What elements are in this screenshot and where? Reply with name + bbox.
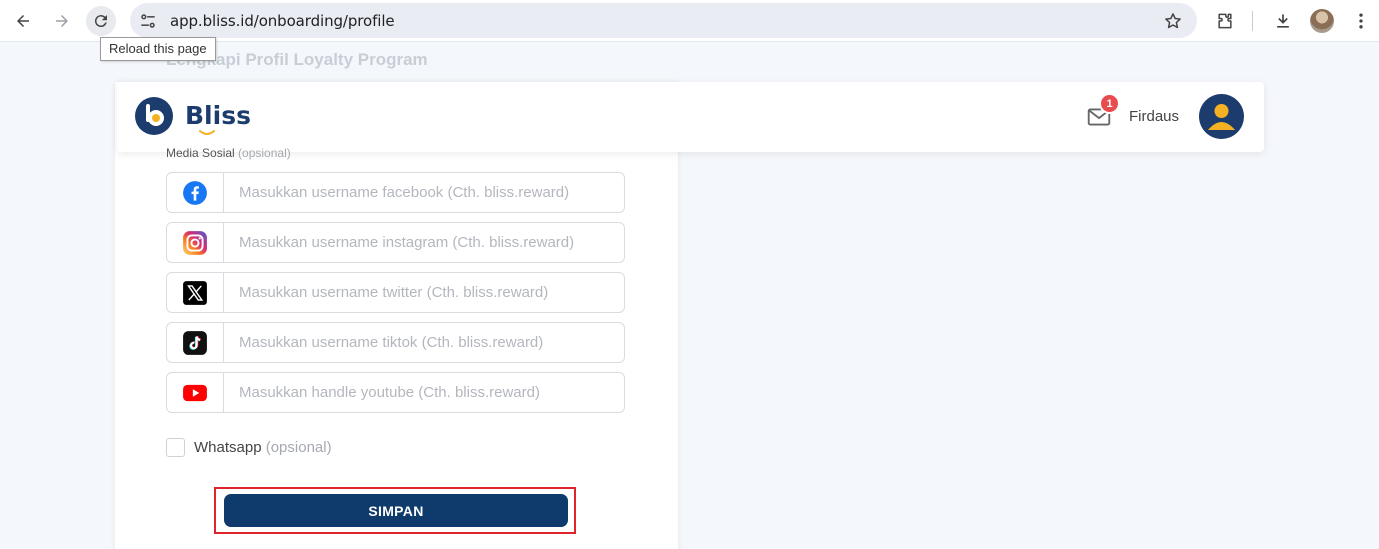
download-icon <box>1277 14 1289 28</box>
brand-name[interactable]: Bliss <box>185 101 251 130</box>
youtube-icon <box>183 384 207 401</box>
url-text[interactable]: app.bliss.id/onboarding/profile <box>170 12 395 30</box>
twitter-field-group <box>166 272 625 313</box>
bookmark-star-icon[interactable] <box>1163 11 1183 31</box>
instagram-icon-cell <box>167 223 224 262</box>
social-media-label: Media Sosial (opsional) <box>166 146 291 160</box>
youtube-icon-cell <box>167 373 224 412</box>
whatsapp-optional: (opsional) <box>265 439 332 456</box>
reload-tooltip: Reload this page <box>100 37 216 61</box>
app-header: Bliss 1 Firdaus <box>117 82 1264 152</box>
instagram-icon <box>183 230 207 255</box>
user-icon <box>1208 104 1235 130</box>
tiktok-field-group <box>166 322 625 363</box>
instagram-field-group <box>166 222 625 263</box>
whatsapp-option[interactable]: Whatsapp (opsional) <box>166 438 332 457</box>
social-media-label-text: Media Sosial <box>166 146 235 160</box>
tiktok-icon <box>183 330 207 355</box>
reload-button[interactable] <box>86 6 116 36</box>
browser-toolbar: app.bliss.id/onboarding/profile <box>0 0 1379 42</box>
facebook-field-group <box>166 172 625 213</box>
x-twitter-icon <box>183 280 207 305</box>
facebook-input[interactable] <box>225 173 623 212</box>
address-bar[interactable]: app.bliss.id/onboarding/profile <box>130 3 1197 38</box>
brand-smile-icon <box>199 130 215 135</box>
profile-avatar[interactable] <box>1310 9 1334 33</box>
extensions-button[interactable] <box>1213 9 1237 33</box>
back-button[interactable] <box>8 6 38 36</box>
bliss-logo-icon[interactable] <box>134 96 174 136</box>
social-media-optional: (opsional) <box>238 146 291 160</box>
browser-menu-button[interactable] <box>1349 9 1373 33</box>
forward-button[interactable] <box>47 6 77 36</box>
facebook-icon <box>183 180 207 205</box>
save-button[interactable]: SIMPAN <box>224 494 568 527</box>
youtube-field-group <box>166 372 625 413</box>
reload-icon <box>94 15 107 28</box>
facebook-icon-cell <box>167 173 224 212</box>
youtube-input[interactable] <box>225 373 623 412</box>
user-avatar[interactable] <box>1199 94 1244 139</box>
site-info-icon[interactable] <box>138 11 158 31</box>
notification-badge: 1 <box>1099 93 1120 114</box>
tiktok-icon-cell <box>167 323 224 362</box>
tiktok-input[interactable] <box>225 323 623 362</box>
whatsapp-checkbox[interactable] <box>166 438 185 457</box>
twitter-icon-cell <box>167 273 224 312</box>
downloads-button[interactable] <box>1271 9 1295 33</box>
whatsapp-label[interactable]: Whatsapp (opsional) <box>194 439 332 456</box>
twitter-input[interactable] <box>225 273 623 312</box>
whatsapp-label-text: Whatsapp <box>194 439 262 456</box>
toolbar-divider <box>1252 11 1253 31</box>
kebab-menu-icon <box>1359 13 1363 29</box>
puzzle-icon <box>1218 13 1232 29</box>
user-name[interactable]: Firdaus <box>1129 108 1179 125</box>
arrow-right-icon <box>56 15 68 27</box>
instagram-input[interactable] <box>225 223 623 262</box>
arrow-left-icon <box>17 15 29 27</box>
